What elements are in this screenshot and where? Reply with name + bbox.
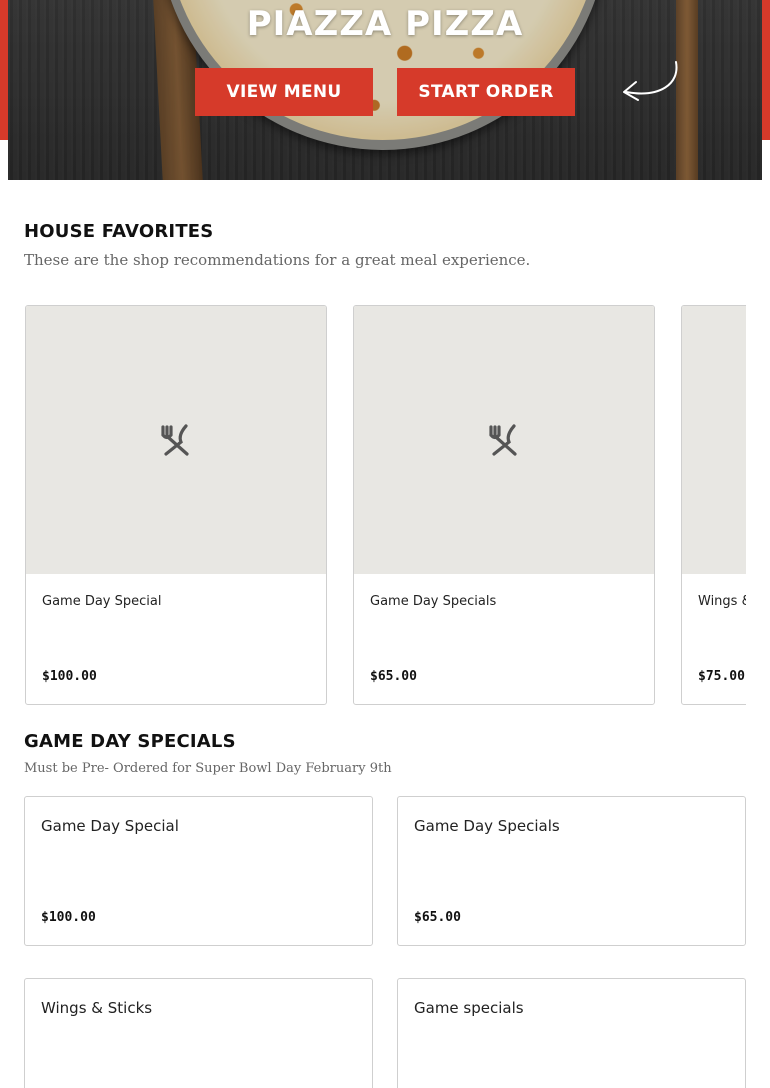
favorite-item-name: Wings & Sticks [698,594,746,609]
view-menu-button[interactable]: VIEW MENU [195,68,373,116]
utensils-icon [489,424,517,456]
game-day-specials-title: GAME DAY SPECIALS [24,731,236,752]
menu-item-card[interactable]: Wings & Sticks [24,978,373,1088]
favorite-card[interactable]: Game Day Specials $65.00 [353,305,655,705]
favorite-card[interactable]: Wings & Sticks $75.00 [681,305,746,705]
favorite-item-price: $75.00 [698,669,745,684]
menu-item-image-placeholder [682,306,746,574]
utensils-icon [161,424,189,456]
house-favorites-subtitle: These are the shop recommendations for a… [24,251,531,269]
start-order-button[interactable]: START ORDER [397,68,575,116]
menu-item-name: Game Day Special [41,817,179,835]
menu-item-card[interactable]: Game Day Special $100.00 [24,796,373,946]
favorite-item-price: $65.00 [370,669,417,684]
house-favorites-title: HOUSE FAVORITES [24,221,214,242]
menu-item-name: Game Day Specials [414,817,560,835]
menu-item-name: Wings & Sticks [41,999,153,1017]
menu-item-name: Game specials [414,999,524,1017]
menu-item-card[interactable]: Game Day Specials $65.00 [397,796,746,946]
favorite-item-price: $100.00 [42,669,97,684]
hero-title: PIAZZA PIZZA [246,4,524,44]
favorite-card[interactable]: Game Day Special $100.00 [25,305,327,705]
curved-arrow-icon [623,61,678,101]
menu-item-price: $100.00 [41,910,96,925]
menu-item-card[interactable]: Game specials [397,978,746,1088]
menu-item-image-placeholder [354,306,654,574]
favorites-carousel[interactable]: Game Day Special $100.00 Game Day Specia… [24,305,746,705]
favorite-item-name: Game Day Special [42,594,162,609]
menu-item-image-placeholder [26,306,326,574]
game-day-specials-subtitle: Must be Pre- Ordered for Super Bowl Day … [24,761,392,776]
favorite-item-name: Game Day Specials [370,594,497,609]
menu-item-price: $65.00 [414,910,461,925]
